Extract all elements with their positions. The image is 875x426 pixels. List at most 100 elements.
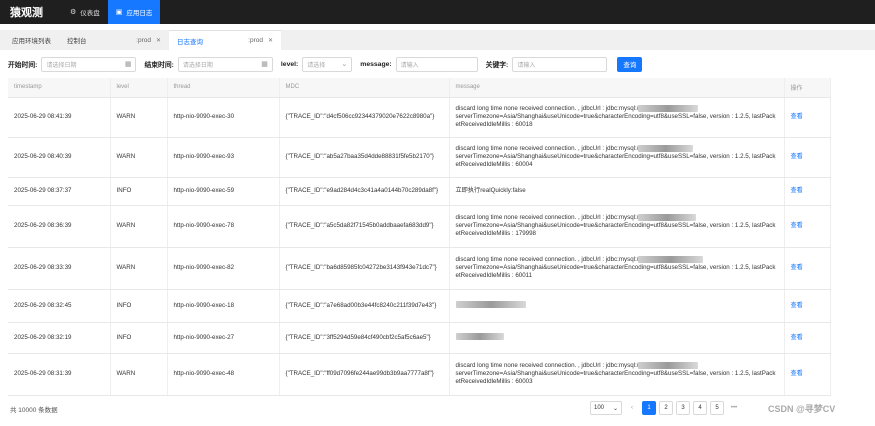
- cell-timestamp: 2025-06-29 08:32:45: [8, 289, 111, 323]
- page-button[interactable]: 5: [710, 401, 724, 415]
- redacted-block: [638, 361, 699, 369]
- redacted-block: [638, 144, 694, 152]
- view-link[interactable]: 查看: [791, 264, 803, 271]
- calendar-icon: ▦: [124, 61, 132, 68]
- calendar-icon: ▦: [261, 61, 268, 68]
- topnav-dashboard-label: 仪表盘: [80, 10, 100, 17]
- keyword-placeholder: 请输入: [517, 62, 536, 69]
- close-icon[interactable]: ✕: [268, 37, 273, 44]
- message-line: discard long time none received connecti…: [455, 214, 639, 222]
- page-button[interactable]: 2: [659, 401, 673, 415]
- tab-console-label: 控制台: [67, 38, 87, 45]
- tab-app-env-list[interactable]: 应用环境列表: [0, 30, 59, 50]
- table-row: 2025-06-29 08:32:45 INFO http-nio-9090-e…: [8, 289, 831, 323]
- total-count: 共 10000 条数据: [10, 407, 58, 414]
- redacted-block: [638, 213, 697, 221]
- message-line: serverTimezone=Asia/Shanghai&useUnicode=…: [455, 222, 776, 238]
- cell-thread: http-nio-9090-exec-93: [167, 137, 280, 178]
- view-link[interactable]: 查看: [791, 187, 803, 194]
- top-bar: 猿观测 ⚙ 仪表盘 ▣ 应用日志: [0, 0, 875, 24]
- cell-level: INFO: [110, 177, 168, 206]
- cell-message: discard long time none received connecti…: [449, 205, 785, 248]
- pagination: 100 ⌄ ‹ 1 2 3 4 5 •••: [590, 401, 741, 415]
- page-button[interactable]: 1: [642, 401, 656, 415]
- cell-action: 查看: [784, 289, 831, 323]
- cell-timestamp: 2025-06-29 08:32:19: [8, 322, 111, 354]
- cell-message: discard long time none received connecti…: [449, 97, 785, 138]
- header-timestamp: timestamp: [8, 78, 111, 98]
- page-size-value: 100: [594, 405, 605, 411]
- cell-mdc: {"TRACE_ID":"3ff5294d59e84cf490cbf2c5af5…: [279, 322, 450, 354]
- redacted-block: [638, 255, 704, 263]
- chevron-down-icon: ⌄: [341, 61, 348, 68]
- cell-mdc: {"TRACE_ID":"ba6d85985fc04272be3143f943e…: [279, 247, 450, 290]
- level-select[interactable]: 请选择 ⌄: [302, 56, 353, 72]
- app-logs-icon: ▣: [115, 9, 123, 16]
- view-link[interactable]: 查看: [791, 370, 803, 377]
- cell-message: discard long time none received connecti…: [449, 353, 785, 396]
- topnav-dashboard[interactable]: ⚙ 仪表盘: [62, 0, 108, 24]
- cell-thread: http-nio-9090-exec-27: [167, 322, 280, 354]
- chevron-left-icon: ‹: [631, 405, 633, 411]
- cell-level: WARN: [110, 205, 168, 248]
- topnav-app-logs-label: 应用日志: [126, 10, 153, 17]
- more-pages-ellipsis[interactable]: •••: [727, 401, 741, 415]
- message-input[interactable]: 请输入: [395, 56, 478, 72]
- page-tabs: 应用环境列表 控制台 :prod ✕ 日志查询 :prod ✕: [0, 30, 875, 50]
- page-button[interactable]: 4: [693, 401, 707, 415]
- end-time-placeholder: 请选择日期: [182, 62, 213, 69]
- table-row: 2025-06-29 08:41:39 WARN http-nio-9090-e…: [8, 97, 831, 138]
- view-link[interactable]: 查看: [791, 222, 803, 229]
- tab-console[interactable]: 控制台 :prod ✕: [59, 30, 169, 50]
- dashboard-icon: ⚙: [70, 9, 77, 16]
- cell-thread: http-nio-9090-exec-78: [167, 205, 280, 248]
- start-time-input[interactable]: 请选择日期 ▦: [41, 56, 137, 72]
- keyword-label: 关键字:: [485, 62, 509, 69]
- tab-app-env-list-label: 应用环境列表: [12, 38, 51, 45]
- cell-timestamp: 2025-06-29 08:37:37: [8, 177, 111, 206]
- table-row: 2025-06-29 08:36:39 WARN http-nio-9090-e…: [8, 205, 831, 248]
- message-line: discard long time none received connecti…: [455, 256, 639, 264]
- page-button[interactable]: 3: [676, 401, 690, 415]
- message-label: message:: [360, 60, 392, 68]
- cell-thread: http-nio-9090-exec-30: [167, 97, 280, 138]
- cell-mdc: {"TRACE_ID":"a7e68ad00b3e44fc8240c211f39…: [279, 289, 450, 323]
- cell-message: [449, 322, 785, 354]
- redacted-block: [455, 301, 526, 309]
- cell-timestamp: 2025-06-29 08:36:39: [8, 205, 111, 248]
- cell-action: 查看: [784, 322, 831, 354]
- view-link[interactable]: 查看: [791, 334, 803, 341]
- cell-level: INFO: [110, 322, 168, 354]
- cell-message: [449, 289, 785, 323]
- cell-level: WARN: [110, 353, 168, 396]
- view-link[interactable]: 查看: [791, 113, 803, 120]
- header-message: message: [449, 78, 785, 98]
- header-level: level: [110, 78, 168, 98]
- redacted-block: [455, 333, 504, 341]
- cell-message: discard long time none received connecti…: [449, 137, 785, 178]
- cell-mdc: {"TRACE_ID":"ff09d7096fe244ae99db3b9aa77…: [279, 353, 450, 396]
- view-link[interactable]: 查看: [791, 153, 803, 160]
- cell-timestamp: 2025-06-29 08:40:39: [8, 137, 111, 178]
- header-thread: thread: [167, 78, 280, 98]
- cell-mdc: {"TRACE_ID":"ab5a27baa35d4dde88831f5fe5b…: [279, 137, 450, 178]
- close-icon[interactable]: ✕: [156, 37, 161, 44]
- filter-bar: 开始时间: 请选择日期 ▦ 结束时间: 请选择日期 ▦ level: 请选择 ⌄…: [0, 54, 875, 74]
- header-action: 操作: [784, 78, 831, 98]
- topnav-app-logs[interactable]: ▣ 应用日志: [107, 0, 161, 24]
- message-placeholder: 请输入: [400, 62, 419, 69]
- query-button[interactable]: 查询: [617, 56, 643, 72]
- cell-thread: http-nio-9090-exec-18: [167, 289, 280, 323]
- prev-page-button[interactable]: ‹: [625, 401, 639, 415]
- cell-action: 查看: [784, 247, 831, 290]
- tab-log-query[interactable]: 日志查询 :prod ✕: [169, 30, 281, 50]
- keyword-input[interactable]: 请输入: [512, 56, 608, 72]
- cell-action: 查看: [784, 177, 831, 206]
- page-size-select[interactable]: 100 ⌄: [590, 401, 622, 415]
- table-row: 2025-06-29 08:31:39 WARN http-nio-9090-e…: [8, 353, 831, 396]
- end-time-input[interactable]: 请选择日期 ▦: [177, 56, 273, 72]
- view-link[interactable]: 查看: [791, 302, 803, 309]
- cell-mdc: {"TRACE_ID":"a5c5da82f71545b0addbaaefa68…: [279, 205, 450, 248]
- cell-thread: http-nio-9090-exec-82: [167, 247, 280, 290]
- cell-thread: http-nio-9090-exec-59: [167, 177, 280, 206]
